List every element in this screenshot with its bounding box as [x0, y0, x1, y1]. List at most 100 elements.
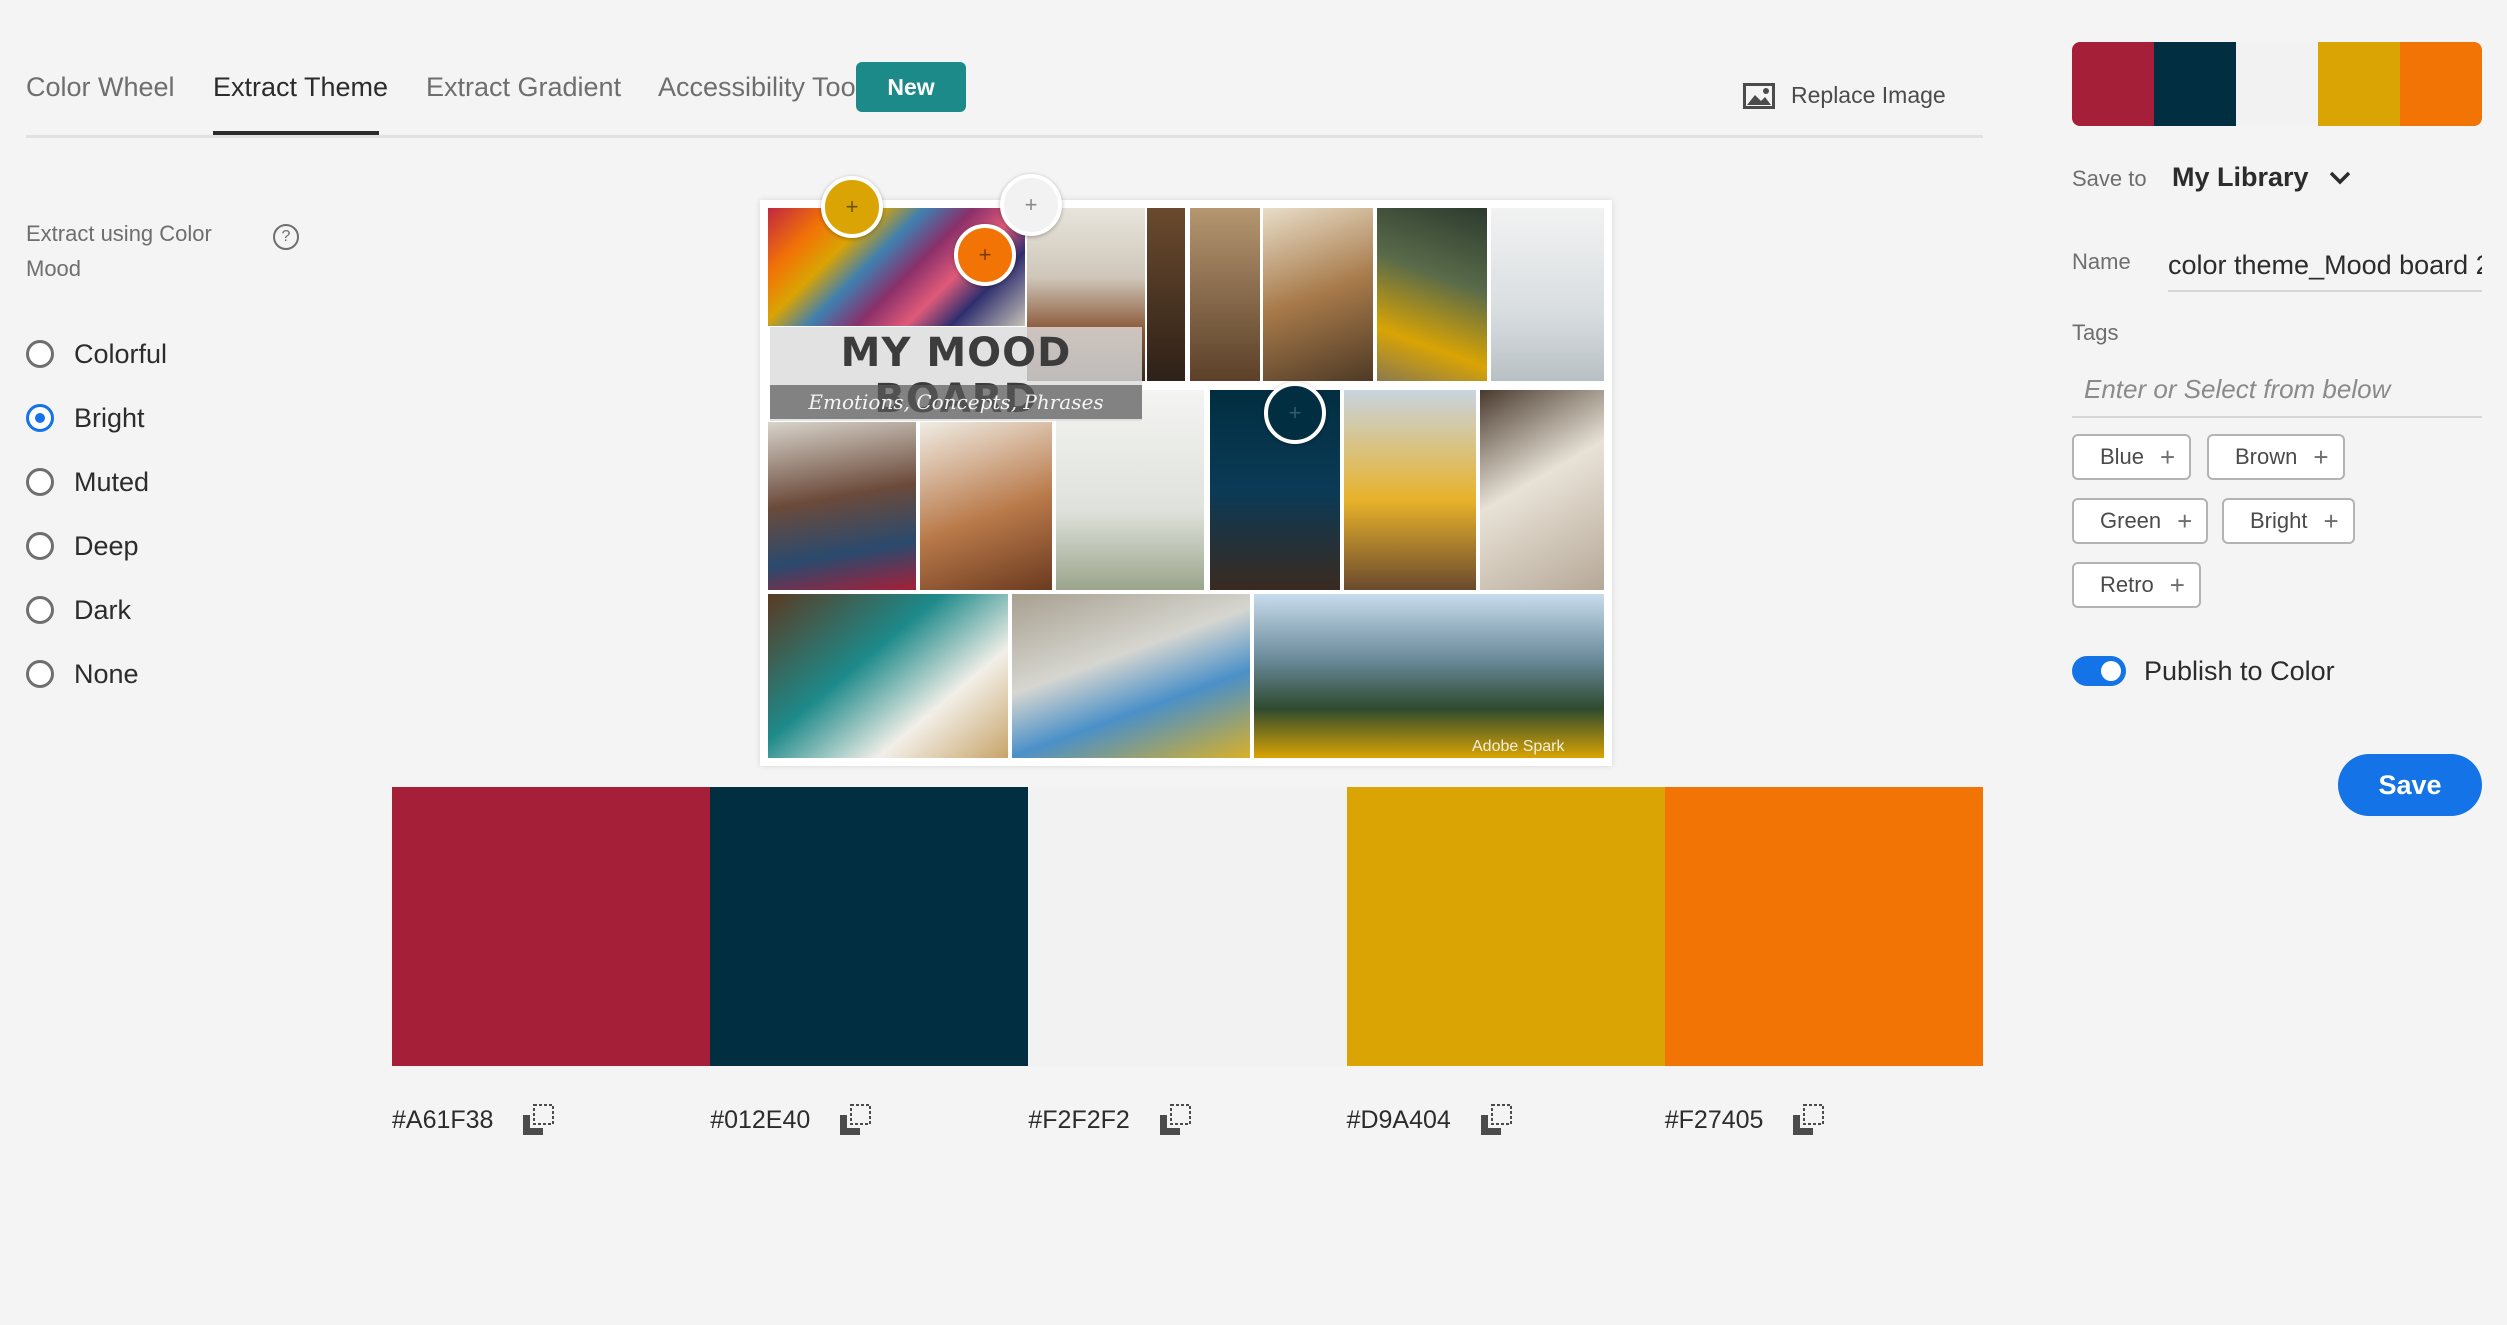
- mood-label: Colorful: [74, 338, 168, 369]
- preview-swatch: [2318, 42, 2400, 126]
- swatch-1[interactable]: [392, 787, 711, 1066]
- mood-option-colorful[interactable]: Colorful: [26, 322, 167, 386]
- library-dropdown[interactable]: My Library: [2172, 162, 2351, 193]
- preview-swatch: [2072, 42, 2154, 126]
- radio-button[interactable]: [26, 468, 54, 496]
- new-badge: New: [856, 62, 966, 112]
- photo-tile: [1263, 208, 1373, 381]
- plus-icon: +: [2313, 442, 2329, 472]
- mood-label: Muted: [74, 466, 150, 497]
- color-theme-swatches: [392, 787, 1984, 1066]
- tab-color-wheel[interactable]: Color Wheel: [26, 72, 175, 103]
- hex-cell: #F2F2F2: [1028, 1103, 1346, 1137]
- hex-value: #F2F2F2: [1028, 1105, 1130, 1134]
- photo-tile: [768, 422, 916, 590]
- hex-values-row: #A61F38 #012E40 #F2F2F2 #D9A404 #F27405: [392, 1103, 1983, 1137]
- radio-button[interactable]: [26, 596, 54, 624]
- tags-label: Tags: [2072, 320, 2119, 345]
- copy-icon[interactable]: [1479, 1103, 1513, 1137]
- copy-icon[interactable]: [1158, 1103, 1192, 1137]
- mood-radio-group: Colorful Bright Muted Deep Dark None: [26, 322, 167, 706]
- image-icon: [1743, 82, 1775, 109]
- swatch-5[interactable]: [1664, 787, 1984, 1066]
- tag-retro[interactable]: Retro +: [2072, 562, 2201, 608]
- help-icon[interactable]: ?: [273, 224, 299, 250]
- preview-swatch: [2236, 42, 2318, 126]
- photo-tile: [768, 594, 1008, 758]
- tags-input[interactable]: [2072, 362, 2482, 418]
- theme-preview: [2072, 42, 2482, 126]
- swatch-3[interactable]: [1028, 787, 1347, 1066]
- save-to-label: Save to: [2072, 166, 2147, 191]
- preview-swatch: [2154, 42, 2236, 126]
- save-button[interactable]: Save: [2338, 754, 2482, 816]
- mood-option-muted[interactable]: Muted: [26, 450, 167, 514]
- moodboard-subtitle: Emotions, Concepts, Phrases: [770, 385, 1142, 419]
- mood-option-deep[interactable]: Deep: [26, 514, 167, 578]
- tag-blue[interactable]: Blue +: [2072, 434, 2192, 480]
- photo-tile: [1190, 208, 1260, 381]
- library-name: My Library: [2172, 162, 2309, 192]
- hex-cell: #F27405: [1665, 1103, 1983, 1137]
- hex-value: #012E40: [710, 1105, 811, 1134]
- radio-button[interactable]: [26, 532, 54, 560]
- hex-cell: #A61F38: [392, 1103, 710, 1137]
- copy-icon[interactable]: [838, 1103, 872, 1137]
- active-tab-indicator: [213, 131, 379, 135]
- hex-cell: #012E40: [710, 1103, 1028, 1137]
- hex-value: #D9A404: [1346, 1105, 1451, 1134]
- plus-icon: +: [2169, 570, 2185, 600]
- color-picker-handle[interactable]: +: [1264, 382, 1326, 444]
- photo-tile: [1377, 208, 1487, 381]
- photo-tile: [1491, 208, 1604, 381]
- theme-name-input[interactable]: [2168, 240, 2482, 292]
- tag-label: Retro: [2100, 572, 2154, 597]
- copy-icon[interactable]: [521, 1103, 555, 1137]
- photo-tile: [1254, 594, 1604, 758]
- watermark: Adobe Spark: [1472, 738, 1565, 755]
- photo-tile: [1147, 208, 1185, 381]
- photo-tile: [1480, 390, 1604, 590]
- replace-image-label: Replace Image: [1791, 82, 1946, 108]
- hex-value: #F27405: [1664, 1105, 1764, 1134]
- tag-brown[interactable]: Brown +: [2207, 434, 2345, 480]
- copy-icon[interactable]: [1791, 1103, 1825, 1137]
- swatch-2[interactable]: [710, 787, 1029, 1066]
- tag-bright[interactable]: Bright +: [2222, 498, 2355, 544]
- mood-label: Bright: [74, 402, 145, 433]
- replace-image-button[interactable]: Replace Image: [1743, 82, 1946, 109]
- tag-label: Bright: [2250, 508, 2308, 533]
- photo-tile: [1344, 390, 1476, 590]
- color-picker-handle[interactable]: +: [821, 176, 883, 238]
- radio-button-selected[interactable]: [26, 404, 54, 432]
- hex-cell: #D9A404: [1347, 1103, 1665, 1137]
- radio-button[interactable]: [26, 340, 54, 368]
- photo-tile: [920, 422, 1052, 590]
- publish-toggle[interactable]: [2072, 656, 2126, 686]
- mood-label: Dark: [74, 594, 132, 625]
- tag-green[interactable]: Green +: [2072, 498, 2209, 544]
- tab-extract-gradient[interactable]: Extract Gradient: [426, 72, 621, 103]
- photo-tile: [1012, 594, 1250, 758]
- tab-extract-theme[interactable]: Extract Theme: [213, 72, 388, 103]
- plus-icon: +: [2177, 506, 2193, 536]
- source-image: MY MOOD BOARD Emotions, Concepts, Phrase…: [760, 200, 1612, 766]
- chevron-down-icon: [2329, 171, 2350, 184]
- mood-label: None: [74, 658, 139, 689]
- plus-icon: +: [2323, 506, 2339, 536]
- tab-bar: Color Wheel Extract Theme Extract Gradie…: [26, 0, 1983, 138]
- radio-button[interactable]: [26, 660, 54, 688]
- mood-option-bright[interactable]: Bright: [26, 386, 167, 450]
- plus-icon: +: [2160, 442, 2176, 472]
- mood-option-none[interactable]: None: [26, 642, 167, 706]
- publish-label: Publish to Color: [2144, 656, 2335, 686]
- tag-label: Green: [2100, 508, 2162, 533]
- extract-mood-heading: Extract using Color Mood: [26, 221, 212, 281]
- color-picker-handle[interactable]: +: [954, 224, 1016, 286]
- swatch-4[interactable]: [1346, 787, 1665, 1066]
- tab-accessibility-tools[interactable]: Accessibility Tools: [658, 72, 875, 103]
- tag-label: Blue: [2100, 444, 2145, 469]
- mood-option-dark[interactable]: Dark: [26, 578, 167, 642]
- color-picker-handle[interactable]: +: [1000, 174, 1062, 236]
- tag-label: Brown: [2235, 444, 2298, 469]
